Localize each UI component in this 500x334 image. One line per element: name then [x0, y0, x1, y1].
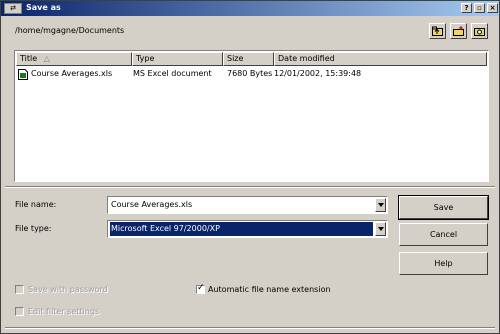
- column-header-type[interactable]: Type: [132, 52, 223, 66]
- app-menu-icon[interactable]: ⇄: [4, 3, 22, 14]
- spreadsheet-file-icon: [18, 69, 28, 80]
- auto-extension-label: Automatic file name extension: [208, 285, 331, 294]
- sort-ascending-icon: △: [43, 54, 50, 63]
- save-with-password-checkbox[interactable]: [15, 285, 24, 294]
- divider: [5, 186, 495, 188]
- folder-up-icon: [432, 26, 443, 36]
- table-row[interactable]: Course Averages.xls MS Excel document 76…: [16, 68, 487, 81]
- file-name-combo[interactable]: Course Averages.xls: [107, 196, 388, 214]
- file-title: Course Averages.xls: [31, 69, 113, 78]
- current-path: /home/mgagne/Documents: [15, 26, 125, 35]
- column-header-size[interactable]: Size: [223, 52, 274, 66]
- file-type-select[interactable]: Microsoft Excel 97/2000/XP: [107, 220, 388, 238]
- edit-filter-settings-label: Edit filter settings: [28, 307, 100, 316]
- create-folder-button[interactable]: [450, 23, 467, 39]
- up-one-level-button[interactable]: [429, 23, 446, 39]
- column-header-title[interactable]: Title △: [16, 52, 132, 66]
- cancel-button[interactable]: Cancel: [399, 223, 488, 246]
- save-with-password-label: Save with password: [28, 285, 108, 294]
- close-title-button[interactable]: ×: [487, 3, 498, 13]
- file-type-label: File type:: [15, 224, 52, 233]
- file-date: 12/01/2002, 15:39:48: [274, 69, 362, 78]
- window-title: Save as: [26, 3, 61, 12]
- file-list[interactable]: Title △ Type Size Date modified Course A…: [14, 50, 489, 182]
- file-size: 7680 Bytes: [227, 69, 273, 78]
- default-folder-icon: [474, 28, 485, 36]
- column-date-label: Date modified: [278, 54, 335, 63]
- file-name-label: File name:: [15, 200, 57, 209]
- file-type-dropdown-button[interactable]: [375, 222, 386, 236]
- help-title-button[interactable]: ?: [461, 3, 472, 13]
- file-type-value[interactable]: Microsoft Excel 97/2000/XP: [110, 222, 373, 236]
- auto-extension-checkbox[interactable]: ✓: [196, 283, 205, 294]
- column-title-label: Title: [20, 54, 38, 63]
- column-size-label: Size: [227, 54, 244, 63]
- checkmark-icon: ✓: [197, 283, 205, 293]
- save-as-dialog: ⇄ Save as ? ▫ × /home/mgagne/Documents T…: [0, 0, 500, 334]
- title-bar[interactable]: ⇄ Save as ? ▫ ×: [1, 1, 499, 16]
- new-folder-icon: [453, 26, 464, 36]
- save-button[interactable]: Save: [398, 195, 489, 220]
- column-header-date[interactable]: Date modified: [274, 52, 487, 66]
- edit-filter-settings-checkbox[interactable]: [15, 307, 24, 316]
- restore-title-button[interactable]: ▫: [474, 3, 485, 13]
- file-type: MS Excel document: [133, 69, 212, 78]
- file-name-input[interactable]: Course Averages.xls: [110, 198, 373, 212]
- column-type-label: Type: [136, 54, 155, 63]
- file-name-dropdown-button[interactable]: [375, 198, 386, 212]
- bottom-divider: [5, 327, 495, 329]
- help-button[interactable]: Help: [399, 252, 488, 275]
- default-directory-button[interactable]: [471, 23, 488, 39]
